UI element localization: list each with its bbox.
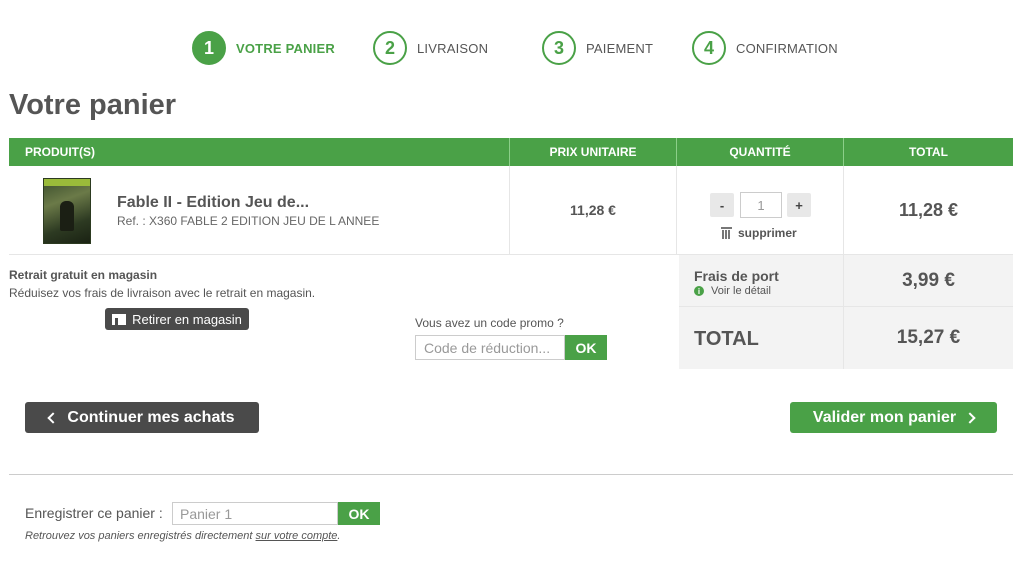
table-row: Fable II - Edition Jeu de... Ref. : X360… bbox=[9, 166, 1013, 255]
remove-item-button[interactable]: supprimer bbox=[721, 226, 797, 240]
chevron-left-icon bbox=[47, 411, 60, 424]
checkout-steps: 1 VOTRE PANIER 2 LIVRAISON 3 PAIEMENT 4 … bbox=[0, 30, 1024, 66]
shipping-detail-link[interactable]: i Voir le détail bbox=[694, 285, 771, 297]
page-title: Votre panier bbox=[9, 89, 177, 121]
cover-band bbox=[44, 179, 90, 186]
promo-question: Vous avez un code promo ? bbox=[415, 316, 564, 330]
row-total: 11,28 € bbox=[898, 199, 959, 220]
product-ref: Ref. : X360 FABLE 2 EDITION JEU DE L ANN… bbox=[117, 214, 380, 228]
shipping-value: 3,99 € bbox=[844, 255, 1013, 306]
step-delivery: 2 LIVRAISON bbox=[373, 30, 488, 66]
header-products: PRODUIT(S) bbox=[9, 138, 510, 166]
step-cart: 1 VOTRE PANIER bbox=[192, 30, 335, 66]
product-image[interactable] bbox=[43, 178, 91, 244]
step-label: VOTRE PANIER bbox=[236, 40, 335, 56]
step-label: CONFIRMATION bbox=[736, 40, 838, 56]
step-number: 4 bbox=[692, 31, 726, 65]
continue-shopping-button[interactable]: Continuer mes achats bbox=[25, 402, 259, 433]
info-icon: i bbox=[694, 286, 704, 296]
quantity-cell: - 1 + supprimer bbox=[677, 166, 844, 254]
promo-code-input[interactable]: Code de réduction... bbox=[415, 335, 565, 360]
promo-ok-button[interactable]: OK bbox=[565, 335, 607, 360]
shipping-label-cell: Frais de port i Voir le détail bbox=[679, 255, 844, 306]
account-link[interactable]: sur votre compte bbox=[256, 530, 338, 542]
save-note-text: Retrouvez vos paniers enregistrés direct… bbox=[25, 530, 256, 542]
trash-icon bbox=[721, 227, 732, 239]
validate-cart-label: Valider mon panier bbox=[812, 408, 957, 426]
step-number: 2 bbox=[373, 31, 407, 65]
save-cart-ok-button[interactable]: OK bbox=[338, 502, 380, 525]
save-cart-note: Retrouvez vos paniers enregistrés direct… bbox=[25, 530, 340, 542]
step-number: 1 bbox=[192, 31, 226, 65]
divider bbox=[9, 474, 1013, 475]
store-pickup-description: Réduisez vos frais de livraison avec le … bbox=[9, 286, 316, 300]
shipping-detail-label: Voir le détail bbox=[711, 285, 771, 297]
step-label: LIVRAISON bbox=[417, 40, 489, 56]
header-total: TOTAL bbox=[909, 145, 948, 159]
shipping-label: Frais de port bbox=[694, 268, 779, 284]
cart-table-header: PRODUIT(S) PRIX UNITAIRE QUANTITÉ TOTAL bbox=[9, 138, 1013, 166]
step-confirmation: 4 CONFIRMATION bbox=[692, 30, 838, 66]
product-cell: Fable II - Edition Jeu de... Ref. : X360… bbox=[9, 166, 510, 254]
store-pickup-title: Retrait gratuit en magasin bbox=[9, 268, 158, 282]
product-name[interactable]: Fable II - Edition Jeu de... bbox=[117, 194, 309, 212]
quantity-increase-button[interactable]: + bbox=[787, 193, 811, 217]
store-icon bbox=[112, 313, 127, 325]
quantity-decrease-button[interactable]: - bbox=[710, 193, 734, 217]
continue-shopping-label: Continuer mes achats bbox=[67, 408, 235, 426]
step-number: 3 bbox=[542, 31, 576, 65]
header-unit-price: PRIX UNITAIRE bbox=[510, 138, 677, 166]
cover-figure bbox=[60, 201, 74, 231]
step-payment: 3 PAIEMENT bbox=[542, 30, 653, 66]
remove-label: supprimer bbox=[738, 226, 797, 240]
total-label: TOTAL bbox=[694, 328, 759, 350]
total-value: 15,27 € bbox=[844, 307, 1013, 369]
shipping-summary: Frais de port i Voir le détail 3,99 € bbox=[679, 255, 1013, 307]
quantity-input[interactable]: 1 bbox=[740, 192, 782, 218]
step-label: PAIEMENT bbox=[586, 40, 654, 56]
total-label-cell: TOTAL bbox=[679, 307, 844, 369]
header-quantity: QUANTITÉ bbox=[677, 138, 844, 166]
chevron-right-icon bbox=[964, 411, 976, 424]
store-pickup-label: Retirer en magasin bbox=[132, 311, 242, 327]
validate-cart-button[interactable]: Valider mon panier bbox=[790, 402, 997, 433]
unit-price: 11,28 € bbox=[510, 166, 677, 254]
save-cart-input[interactable]: Panier 1 bbox=[172, 502, 338, 525]
save-cart-label: Enregistrer ce panier : bbox=[25, 505, 163, 521]
save-note-suffix: . bbox=[337, 530, 341, 542]
total-summary: TOTAL 15,27 € bbox=[679, 307, 1013, 369]
store-pickup-button[interactable]: Retirer en magasin bbox=[105, 308, 249, 330]
